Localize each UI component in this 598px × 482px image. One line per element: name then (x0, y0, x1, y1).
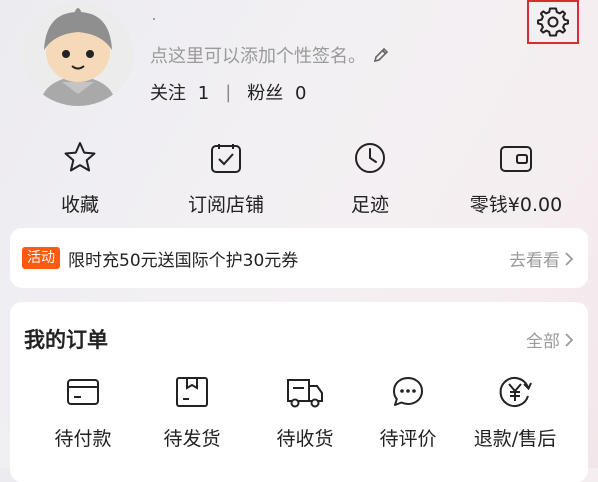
quick-action-label: 收藏 (60, 194, 99, 216)
settings-button[interactable] (527, 0, 579, 44)
package-icon (176, 377, 208, 407)
quick-action-label: 订阅店铺 (187, 194, 264, 216)
promo-text: 限时充50元送国际个护30元券 (68, 250, 299, 271)
order-pending-review[interactable]: 待评价 (353, 374, 463, 451)
promo-more-label: 去看看 (509, 251, 560, 271)
decorative-dot (153, 18, 155, 20)
order-pending-receipt[interactable]: 待收货 (250, 374, 360, 451)
followers-stat[interactable]: 粉丝 0 (247, 79, 306, 105)
wallet-icon (500, 146, 532, 172)
orders-all-label: 全部 (526, 332, 560, 352)
my-orders-card: 我的订单 全部 待付款 待发货 待收货 待评价 退款/售后 (10, 302, 588, 482)
promo-badge: 活动 (22, 247, 60, 269)
orders-title: 我的订单 (24, 328, 108, 352)
quick-action-label: 足迹 (350, 194, 389, 216)
promo-more-link[interactable]: 去看看 (509, 246, 574, 271)
quick-action-footprints[interactable]: 足迹 (310, 140, 430, 217)
avatar[interactable] (22, 2, 134, 106)
promo-banner[interactable]: 活动 限时充50元送国际个护30元券 去看看 (10, 228, 588, 288)
following-count: 1 (197, 83, 210, 104)
following-stat[interactable]: 关注 1 (150, 79, 209, 105)
refund-yen-icon (499, 377, 532, 407)
clock-icon (355, 143, 385, 173)
following-label: 关注 (150, 83, 186, 104)
order-item-label: 待发货 (163, 428, 221, 450)
order-item-label: 待付款 (54, 428, 112, 450)
quick-action-wallet[interactable]: 零钱¥0.00 (456, 140, 576, 217)
gear-icon (537, 7, 569, 37)
signature-field[interactable]: 点这里可以添加个性签名。 (150, 42, 390, 68)
order-item-label: 退款/售后 (473, 428, 557, 450)
quick-action-subscribed-shops[interactable]: 订阅店铺 (166, 140, 286, 217)
order-pending-shipment[interactable]: 待发货 (137, 374, 247, 451)
order-item-label: 待评价 (379, 428, 437, 450)
quick-action-label: 零钱¥0.00 (469, 194, 563, 216)
follow-separator: | (225, 81, 232, 103)
chevron-right-icon (565, 332, 574, 347)
card-icon (67, 379, 99, 405)
order-refund-aftersale[interactable]: 退款/售后 (460, 374, 570, 451)
signature-placeholder: 点这里可以添加个性签名。 (150, 46, 366, 67)
order-item-label: 待收货 (276, 428, 334, 450)
followers-label: 粉丝 (247, 83, 284, 104)
star-icon (64, 142, 96, 172)
chat-bubble-icon (393, 377, 423, 406)
order-pending-payment[interactable]: 待付款 (28, 374, 138, 451)
truck-icon (287, 379, 323, 408)
orders-all-link[interactable]: 全部 (526, 327, 574, 352)
chevron-right-icon (565, 251, 574, 266)
follow-stats: 关注 1 | 粉丝 0 (150, 79, 306, 105)
subscribe-check-icon (211, 144, 241, 173)
followers-count: 0 (295, 83, 307, 104)
quick-action-favorites[interactable]: 收藏 (20, 140, 140, 217)
avatar-cartoon-image (22, 2, 134, 106)
pencil-edit-icon (373, 47, 389, 63)
